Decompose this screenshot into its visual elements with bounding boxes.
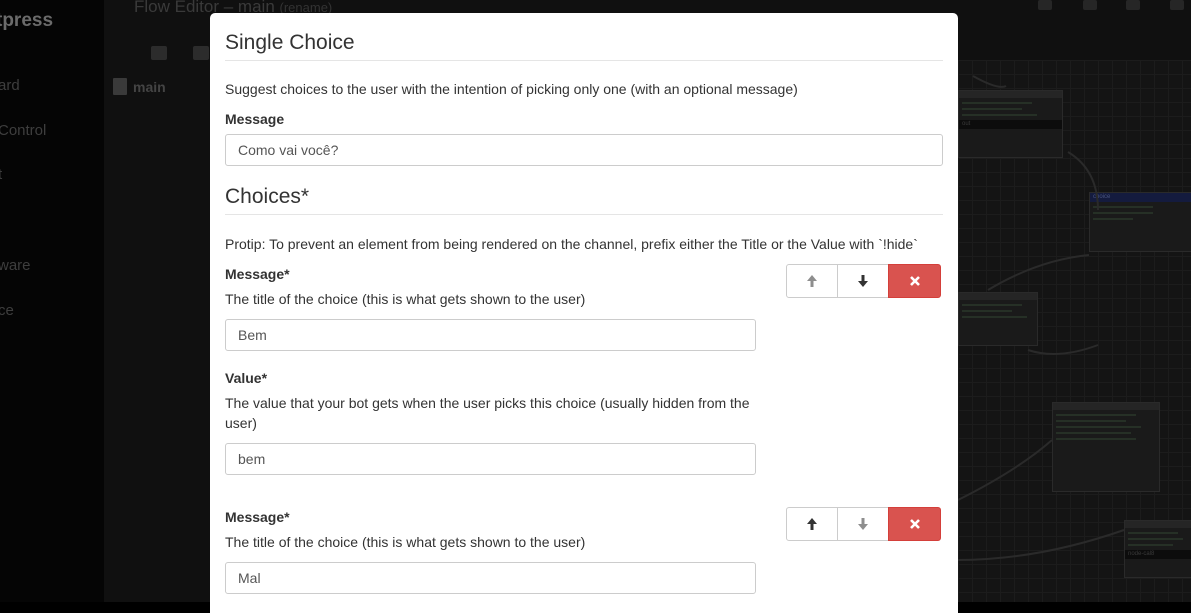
choice-title-help: The title of the choice (this is what ge… [225, 534, 586, 550]
sidebar-item-bot[interactable]: t [0, 166, 2, 183]
arrow-up-icon [807, 275, 817, 287]
flow-tree-item[interactable]: main [113, 78, 166, 95]
message-input[interactable] [225, 134, 943, 166]
remove-choice-button[interactable] [888, 507, 941, 541]
sidebar: tpress ard Control t ware ce [0, 0, 104, 602]
single-choice-modal: Single Choice Suggest choices to the use… [210, 13, 958, 613]
choice-title-label: Message* [225, 509, 290, 525]
sidebar-item-middleware[interactable]: ware [0, 257, 31, 274]
modal-title: Single Choice [225, 31, 943, 61]
sidebar-item-workspace[interactable]: ce [0, 302, 14, 319]
remove-icon [909, 276, 920, 286]
modal-description: Suggest choices to the user with the int… [225, 81, 798, 97]
choice-value-help: The value that your bot gets when the us… [225, 395, 750, 411]
choice-actions [786, 264, 941, 298]
choice-title-help: The title of the choice (this is what ge… [225, 291, 586, 307]
choice-value-input[interactable] [225, 443, 756, 475]
choice-value-help-continued: user) [225, 415, 257, 431]
remove-icon [909, 519, 920, 529]
choices-title: Choices* [225, 185, 943, 215]
choice-title-input[interactable] [225, 562, 756, 594]
flow-name: main [133, 78, 166, 95]
protip-text: Protip: To prevent an element from being… [225, 236, 918, 252]
sidebar-item-dashboard[interactable]: ard [0, 77, 20, 94]
choice-value-label: Value* [225, 370, 268, 386]
save-icon[interactable] [193, 46, 209, 60]
file-icon [113, 78, 127, 95]
arrow-down-icon [858, 518, 868, 530]
move-down-button[interactable] [837, 507, 889, 541]
move-up-button[interactable] [786, 264, 838, 298]
flow-connections [958, 75, 1125, 561]
move-up-button[interactable] [786, 507, 838, 541]
choice-title-input[interactable] [225, 319, 756, 351]
brand-logo: tpress [0, 10, 54, 31]
arrow-down-icon [858, 275, 868, 287]
remove-choice-button[interactable] [888, 264, 941, 298]
sidebar-item-version-control[interactable]: Control [0, 122, 46, 139]
message-label: Message [225, 111, 285, 127]
new-folder-icon[interactable] [151, 46, 167, 60]
arrow-up-icon [807, 518, 817, 530]
choice-title-label: Message* [225, 266, 290, 282]
move-down-button[interactable] [837, 264, 889, 298]
choice-actions [786, 507, 941, 541]
